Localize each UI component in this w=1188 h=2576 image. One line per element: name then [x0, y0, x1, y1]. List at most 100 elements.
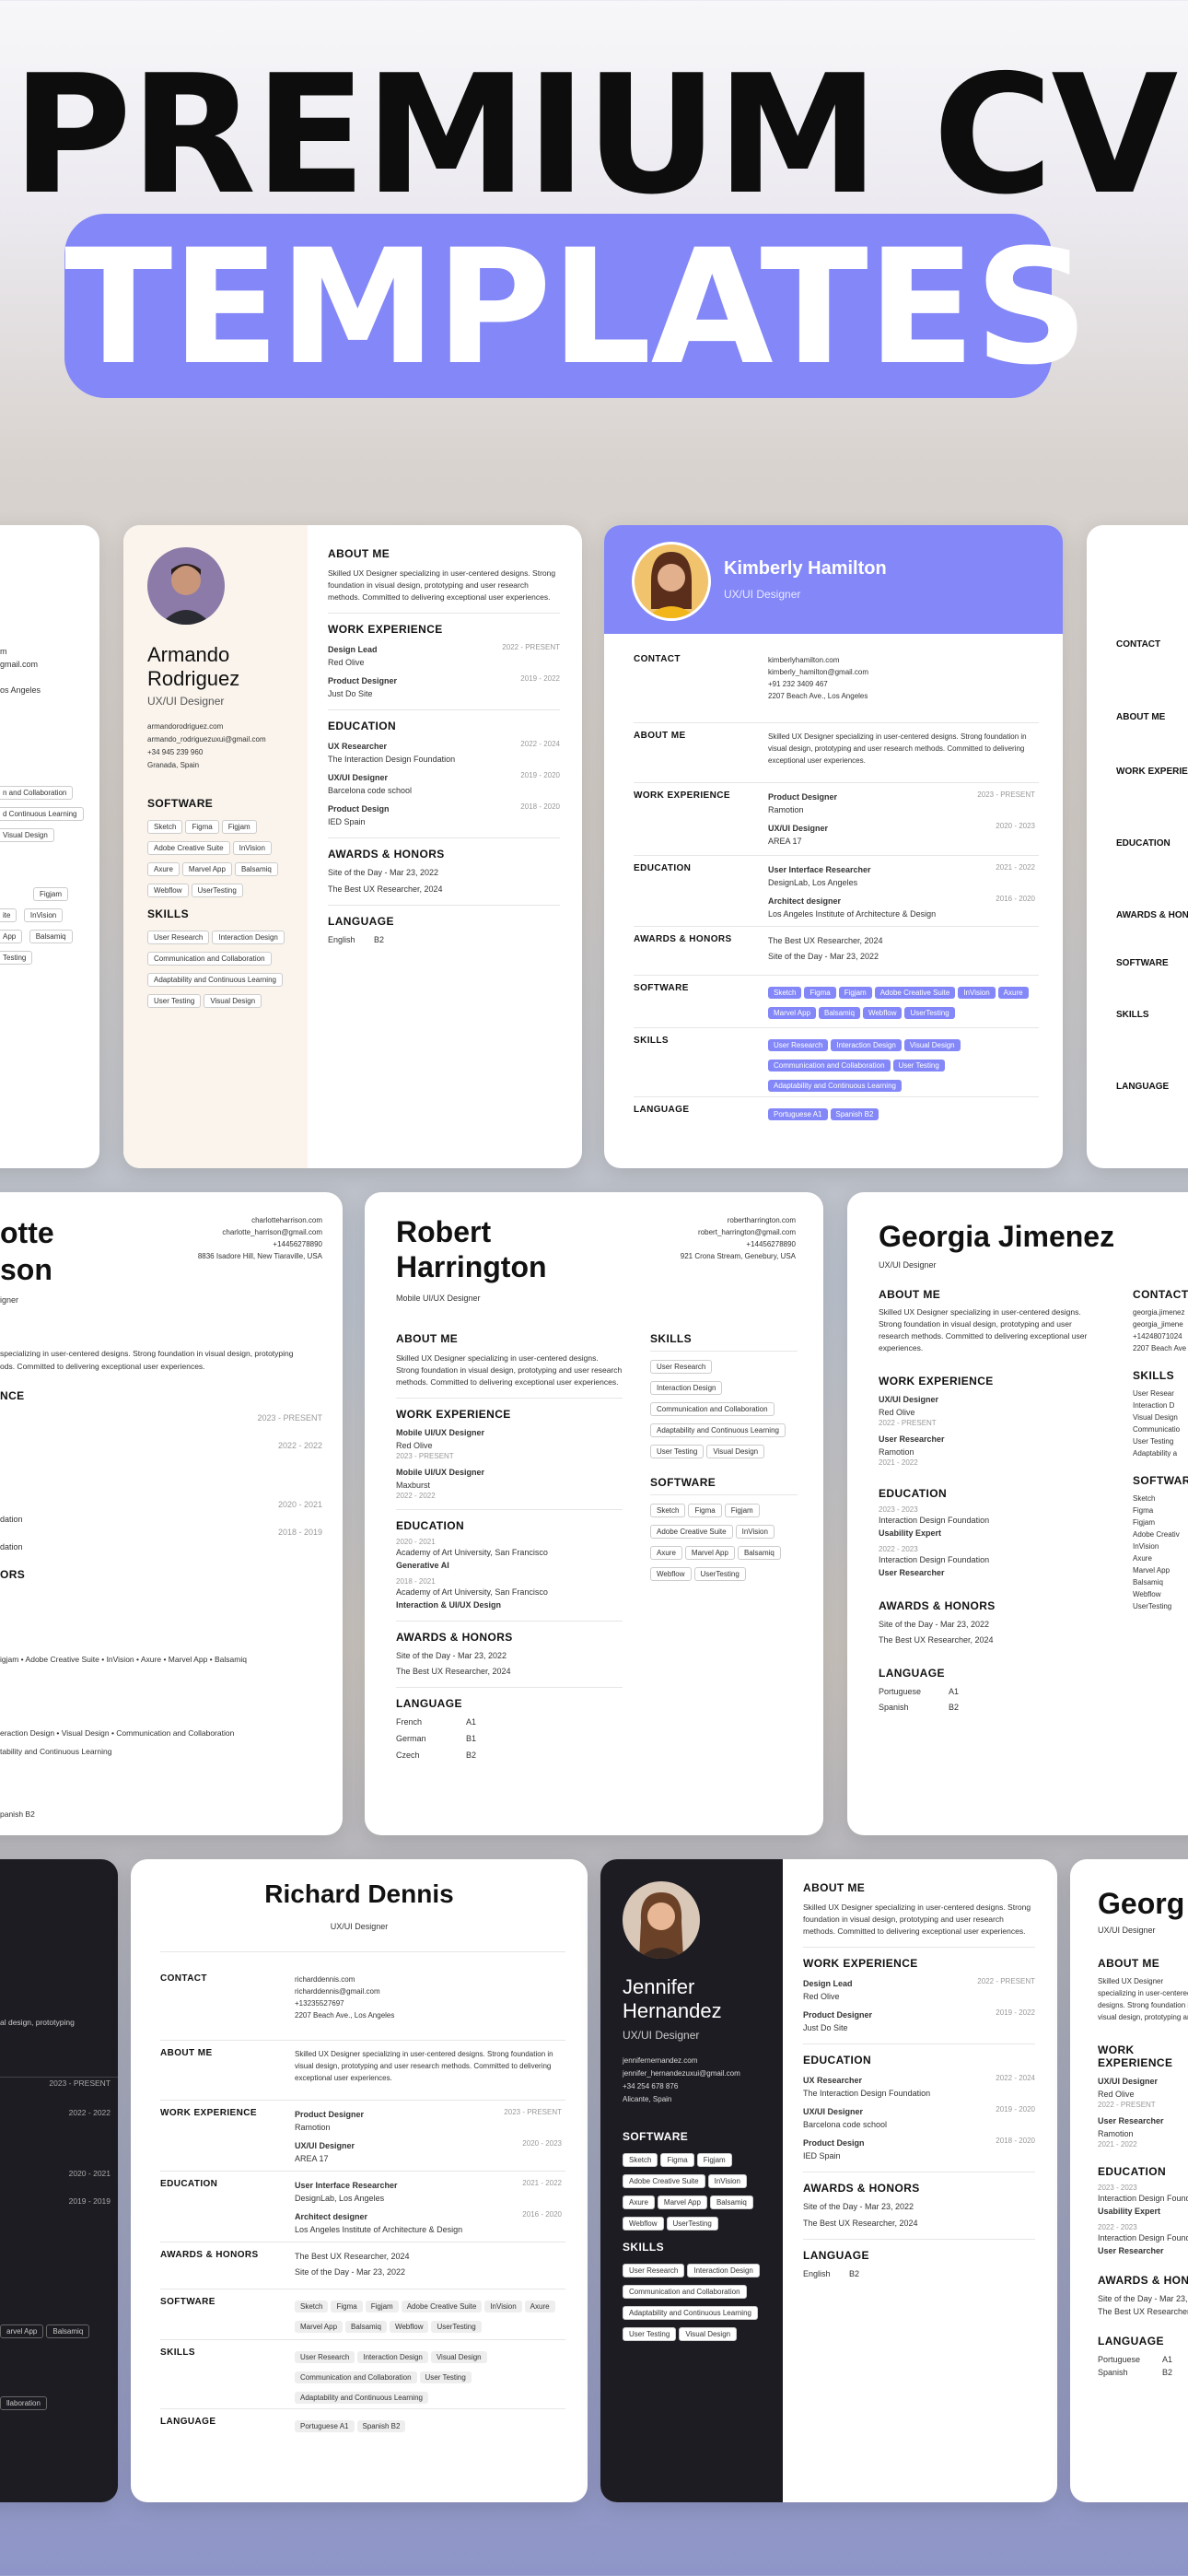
job-dates: 2023 - PRESENT: [977, 790, 1035, 799]
language-row: Portuguese A1: [879, 1685, 1100, 1698]
tag: Balsamiq: [46, 2324, 90, 2338]
avatar: [147, 547, 225, 625]
edu-title: Architect designer: [768, 896, 842, 906]
language-heading: LANGUAGE: [803, 2249, 869, 2262]
job-company: AREA 17: [768, 837, 802, 846]
tag: Adaptability and Continuous Learning: [768, 1080, 902, 1092]
tag: Marvel App: [657, 2195, 707, 2209]
cv-card-partial-right-row1[interactable]: CONTACT ABOUT ME WORK EXPERIENCE EDUCATI…: [1087, 525, 1188, 1168]
software: Marvel App: [1133, 1566, 1171, 1575]
award: Site of the Day - Mar 23, 2022: [768, 952, 879, 961]
cv-card-richard[interactable]: Richard Dennis UX/UI Designer CONTACT ric…: [131, 1859, 588, 2502]
edu-dates: 2022 - 2024: [520, 740, 560, 748]
cv-card-dark-partial[interactable]: al design, prototyping 2023 - PRESENT 20…: [0, 1859, 118, 2502]
job-dates: 2021 - 2022: [879, 1458, 918, 1467]
work-heading: WORK EXPERIENCE: [328, 623, 443, 636]
education-row: EDUCATION User Interface Researcher 2021 -…: [634, 863, 1039, 926]
tag: Webflow: [650, 1567, 692, 1581]
cv-card-partial-left-row1[interactable]: m gmail.com os Angeles n and Collaborati…: [0, 525, 99, 1168]
awards-heading: AWARDS & HONORS: [396, 1631, 513, 1644]
tag: Figjam: [33, 887, 69, 901]
tag: Balsamiq: [737, 1546, 781, 1560]
tag: ite: [0, 908, 17, 922]
job-company: Maxburst: [396, 1481, 431, 1490]
software-list: igjam • Adobe Creative Suite • InVision …: [0, 1655, 247, 1664]
job-dates: 2022 - 2022: [396, 1492, 436, 1500]
website: jennifernernandez.com: [623, 2056, 698, 2065]
edu-dates: 2016 - 2020: [996, 895, 1035, 903]
phone: +91 232 3409 467: [768, 680, 828, 688]
edu-school: The Interaction Design Foundation: [803, 2089, 931, 2098]
language: Portuguese: [879, 1687, 922, 1696]
language-level: A1: [1162, 2355, 1173, 2364]
award: Site of the Day - Mar 23, 2022: [295, 2267, 406, 2277]
about-heading: ABOUT ME: [1098, 1957, 1160, 1970]
about-heading: ABOUT ME: [879, 1288, 941, 1301]
cv-card-charlotte-partial[interactable]: otte son igner charlotteharrison.com charl…: [0, 1192, 343, 1835]
tag: Adobe Creative Suite: [401, 2301, 483, 2313]
job-title: Mobile UI/UX Designer: [396, 1428, 485, 1437]
tag: Testing: [0, 951, 33, 965]
tag: Adobe Creative Suite: [623, 2174, 705, 2188]
tag: Visual Design: [0, 828, 54, 842]
tag: Adobe Creative Suite: [874, 987, 956, 999]
edu-school: DesignLab, Los Angeles: [295, 2194, 385, 2203]
language-row: Spanish B2: [879, 1701, 1100, 1714]
about-heading: ABOUT ME: [328, 547, 390, 560]
awards-heading: AWARDS & HONORS: [879, 1599, 996, 1612]
contact-heading: CONTACT: [1133, 1288, 1188, 1301]
skills-heading: SKILLS: [1133, 1369, 1175, 1382]
tag: Axure: [997, 987, 1029, 999]
education-heading: EDUCATION: [803, 2054, 872, 2067]
job-dates: 2022 - PRESENT: [1098, 2101, 1156, 2109]
job-dates: 2023 - PRESENT: [257, 1413, 322, 1423]
edu-title: Product Design: [328, 804, 390, 814]
about-row: ABOUT ME Skilled UX Designer specializing…: [634, 731, 1039, 782]
job-company: Just Do Site: [803, 2023, 848, 2032]
edu-title: User Interface Researcher: [295, 2181, 398, 2190]
about-text: Skilled UX Designer specializing in user…: [803, 1903, 1031, 1936]
about-text: Skilled UX Designer specializing in user…: [328, 568, 556, 602]
cv-card-armando[interactable]: Armando Rodriguez UX/UI Designer armando…: [123, 525, 582, 1168]
language-label: LANGUAGE: [1116, 1082, 1170, 1092]
location: 2207 Beach Ave., Los Angeles: [768, 692, 868, 700]
about-text: Skilled UX Designer specializing in user…: [768, 732, 1027, 765]
cv-card-georgia[interactable]: Georgia Jimenez UX/UI Designer ABOUT ME …: [847, 1192, 1188, 1835]
work-label: WORK EXPERIENCE: [160, 2108, 257, 2118]
job-dates: 2023 - PRESENT: [396, 1452, 454, 1460]
about-text: Skilled UX Designer specializing in user…: [295, 2050, 553, 2082]
skills-tags: User Research Interaction Design Communica…: [147, 928, 304, 1013]
website: robertharrington.com: [727, 1216, 796, 1224]
location: Alicante, Spain: [623, 2095, 672, 2103]
candidate-role: UX/UI Designer: [879, 1260, 937, 1270]
education-heading: EDUCATION: [396, 1519, 465, 1532]
left-column: ABOUT ME Skilled UX Designer specializin…: [396, 1332, 623, 1762]
tag: InVision: [707, 2174, 747, 2188]
cv-card-georgia-partial[interactable]: Georg UX/UI Designer ABOUT ME Skilled UX…: [1070, 1859, 1188, 2502]
cv-card-jennifer[interactable]: Jennifer Hernandez UX/UI Designer jennif…: [600, 1859, 1057, 2502]
edu-title: User Researcher: [879, 1568, 945, 1577]
avatar: [623, 1881, 700, 1959]
language-tag: Portuguese A1: [768, 1108, 828, 1120]
tag: Balsamiq: [29, 930, 73, 943]
edu-title: Usability Expert: [879, 1528, 942, 1538]
edu-school: The Interaction Design Foundation: [328, 755, 456, 764]
language-level: B2: [864, 1110, 874, 1118]
tag: n and Collaboration: [0, 786, 74, 800]
tag: User Research: [650, 1360, 713, 1374]
job-title: User Researcher: [1098, 2116, 1164, 2125]
email: charlotte_harrison@gmail.com: [222, 1228, 322, 1236]
tag: Axure: [650, 1546, 682, 1560]
edu-school: Barcelona code school: [803, 2120, 888, 2129]
tag: Axure: [147, 862, 180, 876]
award: Site of the Day - Mar 23, 2022: [879, 1620, 990, 1629]
cv-card-robert[interactable]: Robert Harrington Mobile UI/UX Designer …: [365, 1192, 823, 1835]
tag: Marvel App: [295, 2321, 344, 2333]
phone: +14456278890: [273, 1240, 322, 1248]
tag: Webflow: [389, 2321, 429, 2333]
cv-card-kimberly[interactable]: Kimberly Hamilton UX/UI Designer CONTACT…: [604, 525, 1063, 1168]
edu-dates: 2023 - 2023: [1098, 2184, 1137, 2192]
edu-dates: 2018 - 2019: [277, 1528, 322, 1537]
tag: InVision: [23, 908, 64, 922]
job-company: Ramotion: [879, 1447, 914, 1457]
